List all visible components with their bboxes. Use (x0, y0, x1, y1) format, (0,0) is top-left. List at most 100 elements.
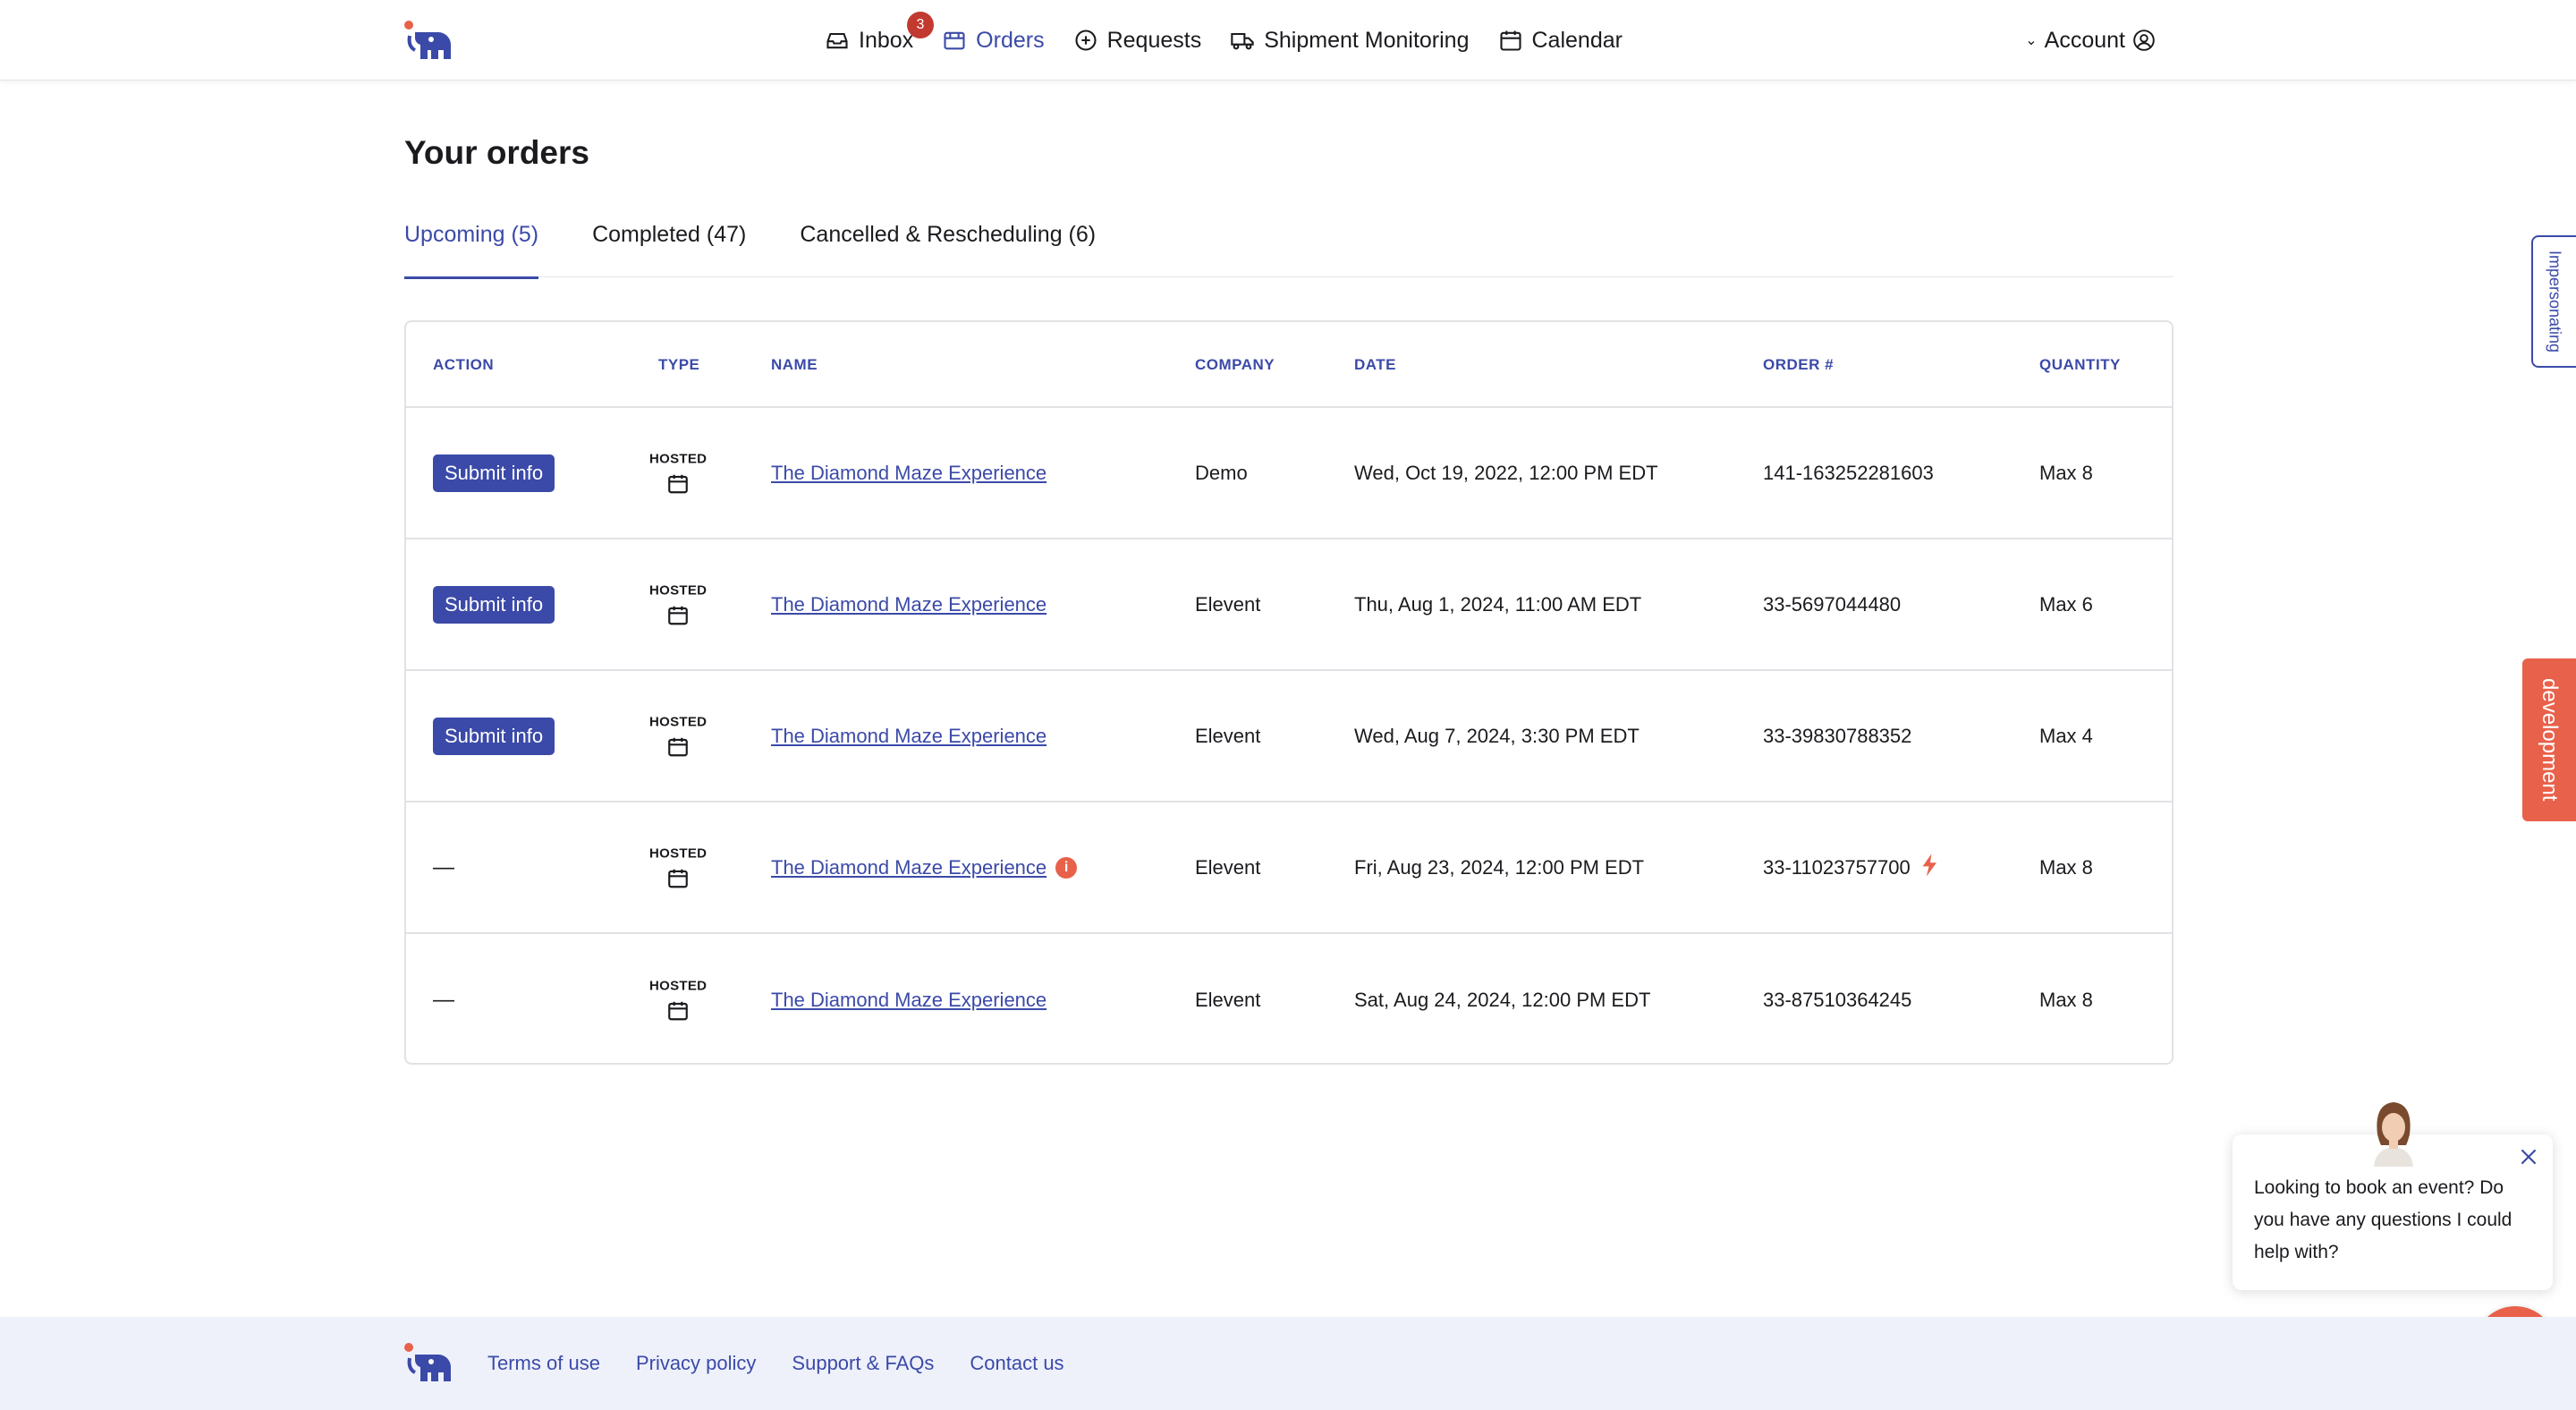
calendar-icon (668, 606, 688, 624)
calendar-icon (668, 474, 688, 493)
calendar-icon (1499, 30, 1521, 51)
column-header-name: NAME (771, 356, 818, 373)
footer-link-terms[interactable]: Terms of use (487, 1352, 600, 1375)
user-circle-icon (2133, 30, 2155, 51)
inbox-icon (826, 32, 848, 49)
column-header-date: DATE (1354, 356, 1397, 373)
submit-info-button[interactable]: Submit info (433, 585, 555, 624)
event-name-link[interactable]: The Diamond Maze Experience (771, 989, 1046, 1012)
nav-item-label: Orders (976, 27, 1045, 53)
footer-link-support[interactable]: Support & FAQs (792, 1352, 934, 1375)
elephant-logo-icon[interactable] (402, 1342, 454, 1383)
company-cell: Elevent (1195, 724, 1261, 747)
agent-avatar (2374, 1102, 2413, 1167)
nav-item-requests[interactable]: Requests (1073, 27, 1202, 54)
order-status-tabs: Upcoming (5) Completed (47) Cancelled & … (404, 215, 2174, 279)
account-label: Account (2044, 27, 2125, 53)
type-cell: HOSTED (649, 978, 707, 1022)
type-label: HOSTED (649, 845, 708, 861)
quantity-cell: Max 8 (2039, 461, 2093, 484)
type-cell: HOSTED (649, 845, 707, 889)
development-label: development (2538, 678, 2562, 802)
event-name-link[interactable]: The Diamond Maze Experience (771, 725, 1046, 748)
nav-item-orders[interactable]: Orders (942, 27, 1045, 54)
type-label: HOSTED (649, 978, 708, 993)
account-menu[interactable]: ⌄ Account (2025, 0, 2156, 81)
calendar-icon (668, 1001, 688, 1020)
footer-links: Terms of use Privacy policy Support & FA… (487, 1317, 1064, 1410)
event-name-link[interactable]: The Diamond Maze Experience (771, 856, 1046, 879)
inbox-count-badge: 3 (907, 11, 934, 38)
date-cell: Sat, Aug 24, 2024, 12:00 PM EDT (1354, 988, 1651, 1011)
tab-completed[interactable]: Completed (47) (592, 215, 746, 277)
type-label: HOSTED (649, 714, 708, 729)
company-cell: Demo (1195, 461, 1248, 484)
date-cell: Wed, Aug 7, 2024, 3:30 PM EDT (1354, 724, 1640, 747)
footer-link-contact[interactable]: Contact us (970, 1352, 1063, 1375)
column-header-order-number: ORDER # (1763, 356, 1835, 373)
type-label: HOSTED (649, 582, 708, 598)
close-icon[interactable] (2517, 1145, 2540, 1168)
orders-table: ACTION TYPE NAME COMPANY DATE ORDER # QU… (404, 320, 2174, 1065)
quantity-cell: Max 6 (2039, 592, 2093, 616)
table-row: — HOSTED The Diamond Maze Experience i E… (406, 803, 2172, 934)
plus-circle-icon (1075, 30, 1097, 51)
nav-item-shipment-monitoring[interactable]: Shipment Monitoring (1230, 27, 1470, 54)
order-number: 33-5697044480 (1763, 592, 1902, 616)
column-header-action: ACTION (433, 356, 495, 373)
type-cell: HOSTED (649, 714, 707, 758)
order-number: 33-39830788352 (1763, 724, 1912, 747)
quantity-cell: Max 8 (2039, 855, 2093, 879)
nav-item-calendar[interactable]: Calendar (1498, 28, 1623, 54)
footer-link-privacy[interactable]: Privacy policy (636, 1352, 756, 1375)
order-number: 141-163252281603 (1763, 461, 1934, 484)
calendar-icon (668, 869, 688, 888)
company-cell: Elevent (1195, 592, 1261, 616)
box-icon (944, 31, 965, 50)
date-cell: Wed, Oct 19, 2022, 12:00 PM EDT (1354, 461, 1658, 484)
table-header: ACTION TYPE NAME COMPANY DATE ORDER # QU… (406, 322, 2172, 408)
column-header-company: COMPANY (1195, 356, 1275, 373)
chevron-down-icon: ⌄ (2025, 33, 2038, 48)
company-cell: Elevent (1195, 988, 1261, 1011)
chat-message: Looking to book an event? Do you have an… (2254, 1177, 2512, 1262)
impersonating-label: Impersonating (2546, 250, 2564, 353)
lightning-bolt-icon (1919, 853, 1941, 883)
type-label: HOSTED (649, 451, 708, 466)
nav-item-label: Calendar (1531, 27, 1623, 53)
no-action-dash: — (433, 854, 454, 879)
top-navigation-bar: Inbox 3 Orders Requests Shipment Monitor… (0, 0, 2576, 81)
page-footer: Terms of use Privacy policy Support & FA… (0, 1317, 2576, 1410)
column-header-quantity: QUANTITY (2039, 356, 2121, 373)
event-name-link[interactable]: The Diamond Maze Experience (771, 593, 1046, 616)
tab-upcoming[interactable]: Upcoming (5) (404, 215, 539, 279)
column-header-type: TYPE (658, 356, 700, 373)
date-cell: Thu, Aug 1, 2024, 11:00 AM EDT (1354, 592, 1642, 616)
submit-info-button[interactable]: Submit info (433, 454, 555, 492)
type-cell: HOSTED (649, 582, 707, 626)
nav-item-inbox[interactable]: Inbox 3 (825, 11, 934, 54)
table-row: — HOSTED The Diamond Maze Experience Ele… (406, 934, 2172, 1063)
quantity-cell: Max 4 (2039, 724, 2093, 747)
date-cell: Fri, Aug 23, 2024, 12:00 PM EDT (1354, 855, 1645, 879)
main-nav: Inbox 3 Orders Requests Shipment Monitor… (825, 0, 1623, 81)
info-icon[interactable]: i (1055, 856, 1078, 879)
nav-item-label: Requests (1106, 27, 1202, 53)
development-tab[interactable]: development (2522, 658, 2576, 821)
tab-cancelled-rescheduling[interactable]: Cancelled & Rescheduling (6) (800, 215, 1096, 277)
truck-icon (1231, 32, 1254, 50)
quantity-cell: Max 8 (2039, 988, 2093, 1011)
nav-item-label: Inbox (859, 27, 914, 53)
submit-info-button[interactable]: Submit info (433, 717, 555, 755)
event-name-link[interactable]: The Diamond Maze Experience (771, 462, 1046, 485)
elephant-logo-icon[interactable] (402, 20, 454, 61)
table-row: Submit info HOSTED The Diamond Maze Expe… (406, 671, 2172, 803)
no-action-dash: — (433, 987, 454, 1012)
nav-item-label: Shipment Monitoring (1264, 27, 1470, 53)
calendar-icon (668, 737, 688, 756)
impersonating-tab[interactable]: Impersonating (2531, 235, 2576, 368)
company-cell: Elevent (1195, 855, 1261, 879)
type-cell: HOSTED (649, 451, 707, 495)
page-title: Your orders (404, 134, 589, 171)
table-row: Submit info HOSTED The Diamond Maze Expe… (406, 408, 2172, 539)
